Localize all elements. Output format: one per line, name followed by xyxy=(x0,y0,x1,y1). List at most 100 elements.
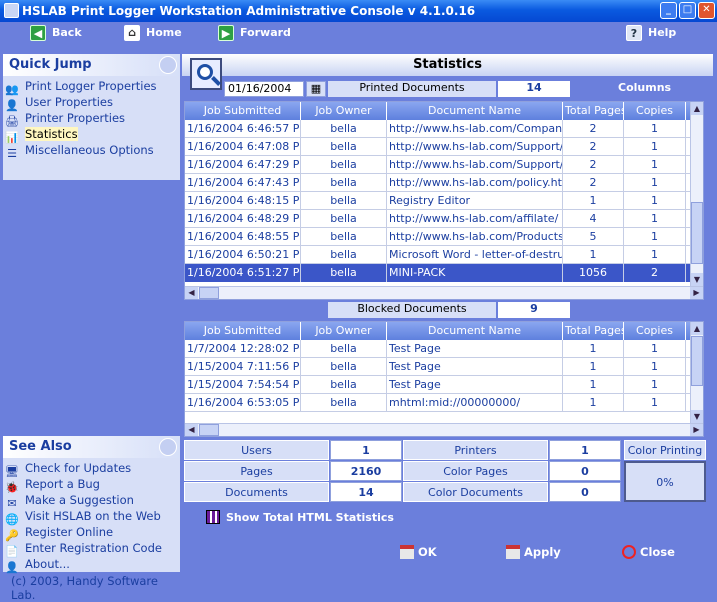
table-cell: 2 xyxy=(563,138,624,156)
collapse-icon[interactable] xyxy=(159,56,177,74)
about-icon: 👤 xyxy=(5,561,19,574)
close-button[interactable]: Close xyxy=(622,545,675,559)
table-cell: 1 xyxy=(624,138,686,156)
scroll-thumb[interactable] xyxy=(199,287,219,299)
see-also-about[interactable]: 👤 About... xyxy=(3,556,180,574)
quick-jump-item-print-logger-properties[interactable]: 👥 Print Logger Properties xyxy=(3,78,180,96)
scroll-right-arrow-icon[interactable]: ▶ xyxy=(690,287,703,299)
users-label: Users xyxy=(184,440,329,460)
table-row[interactable]: 1/16/2004 6:50:21 PM bella Microsoft Word … xyxy=(185,246,703,264)
see-also-check-updates[interactable]: 🖥 Check for Updates xyxy=(3,460,180,478)
table-row[interactable]: 1/16/2004 6:48:55 PM bella http://www.hs-l… xyxy=(185,228,703,246)
printed-vertical-scrollbar[interactable]: ▲ ▼ xyxy=(690,102,703,286)
color-documents-value: 0 xyxy=(549,482,621,502)
table-header: Job Submitted Job Owner Document Name To… xyxy=(185,102,703,120)
table-cell: 1 xyxy=(563,376,624,394)
scroll-down-arrow-icon[interactable]: ▼ xyxy=(691,273,703,286)
column-header-job-submitted[interactable]: Job Submitted xyxy=(185,322,301,340)
column-header-job-owner[interactable]: Job Owner xyxy=(301,322,387,340)
scroll-thumb[interactable] xyxy=(691,202,703,264)
column-header-job-submitted[interactable]: Job Submitted xyxy=(185,102,301,120)
blocked-horizontal-scrollbar[interactable]: ◀ ▶ xyxy=(185,423,703,436)
table-row[interactable]: 1/7/2004 12:28:02 PM bella Test Page 1 1 xyxy=(185,340,703,358)
scroll-up-arrow-icon[interactable]: ▲ xyxy=(691,102,703,115)
app-icon xyxy=(4,3,19,18)
table-cell: bella xyxy=(301,340,387,358)
apply-button[interactable]: Apply xyxy=(506,545,561,559)
column-header-copies[interactable]: Copies xyxy=(624,102,686,120)
column-header-job-owner[interactable]: Job Owner xyxy=(301,102,387,120)
see-also-enter-registration-code[interactable]: 📄 Enter Registration Code xyxy=(3,540,180,558)
collapse-icon[interactable] xyxy=(159,438,177,456)
calendar-icon[interactable]: ▦ xyxy=(306,81,326,97)
table-row[interactable]: 1/16/2004 6:48:29 PM bella http://www.hs-l… xyxy=(185,210,703,228)
see-also-report-bug[interactable]: 🐞 Report a Bug xyxy=(3,476,180,494)
scroll-up-arrow-icon[interactable]: ▲ xyxy=(691,322,703,335)
scroll-down-arrow-icon[interactable]: ▼ xyxy=(691,410,703,423)
color-printing-value: 0% xyxy=(624,461,706,502)
table-row[interactable]: 1/16/2004 6:48:15 PM bella Registry Editor… xyxy=(185,192,703,210)
see-also-register-online[interactable]: 🔑 Register Online xyxy=(3,524,180,542)
table-row[interactable]: 1/16/2004 6:47:29 PM bella http://www.hs-l… xyxy=(185,156,703,174)
table-cell: 1 xyxy=(563,394,624,412)
table-cell: 1 xyxy=(624,340,686,358)
table-row[interactable]: 1/15/2004 7:11:56 PM bella Test Page 1 1 xyxy=(185,358,703,376)
title-bar: HSLAB Print Logger Workstation Administr… xyxy=(0,0,717,22)
apply-label: Apply xyxy=(524,545,561,559)
date-field[interactable]: 01/16/2004 xyxy=(224,81,304,97)
table-row[interactable]: 1/15/2004 7:54:54 PM bella Test Page 1 1 xyxy=(185,376,703,394)
documents-value: 14 xyxy=(330,482,402,502)
quick-jump-item-user-properties[interactable]: 👤 User Properties xyxy=(3,94,180,112)
back-button[interactable]: ◀ Back xyxy=(30,25,82,43)
see-also-visit-web[interactable]: 🌐 Visit HSLAB on the Web xyxy=(3,508,180,526)
scroll-thumb[interactable] xyxy=(199,424,219,436)
minimize-button[interactable]: _ xyxy=(660,2,677,19)
table-row[interactable]: 1/16/2004 6:53:05 PM bella mhtml:mid://000… xyxy=(185,394,703,412)
columns-button[interactable]: Columns xyxy=(618,81,678,97)
printed-horizontal-scrollbar[interactable]: ◀ ▶ xyxy=(185,286,703,299)
table-cell: 1/16/2004 6:47:43 PM xyxy=(185,174,301,192)
show-html-statistics-button[interactable]: Show Total HTML Statistics xyxy=(206,510,394,524)
scroll-thumb[interactable] xyxy=(691,336,703,386)
help-button[interactable]: ? Help xyxy=(626,25,676,43)
printed-documents-table[interactable]: Job Submitted Job Owner Document Name To… xyxy=(184,101,704,300)
see-also-make-suggestion[interactable]: ✉ Make a Suggestion xyxy=(3,492,180,510)
table-row[interactable]: 1/16/2004 6:47:43 PM bella http://www.hs-l… xyxy=(185,174,703,192)
close-window-button[interactable]: ✕ xyxy=(698,2,715,19)
table-cell: http://www.hs-lab.com/affilate/ xyxy=(387,210,563,228)
ok-button[interactable]: OK xyxy=(400,545,437,559)
table-cell: 1/16/2004 6:47:29 PM xyxy=(185,156,301,174)
blocked-documents-table[interactable]: Job Submitted Job Owner Document Name To… xyxy=(184,321,704,437)
home-button[interactable]: ⌂ Home xyxy=(124,25,182,43)
maximize-button[interactable]: □ xyxy=(679,2,696,19)
table-cell: 1/16/2004 6:48:29 PM xyxy=(185,210,301,228)
column-header-copies[interactable]: Copies xyxy=(624,322,686,340)
table-row[interactable]: 1/16/2004 6:51:27 PM bella MINI-PACK 1056 2 xyxy=(185,264,703,282)
table-row[interactable]: 1/16/2004 6:46:57 PM bella http://www.hs-l… xyxy=(185,120,703,138)
table-cell: http://www.hs-lab.com/Products/ xyxy=(387,228,563,246)
table-cell: Test Page xyxy=(387,376,563,394)
column-header-total-pages[interactable]: Total Pages xyxy=(563,102,624,120)
statistics-title: Statistics xyxy=(182,54,713,76)
scroll-right-arrow-icon[interactable]: ▶ xyxy=(690,424,703,436)
table-cell: bella xyxy=(301,228,387,246)
forward-arrow-icon: ▶ xyxy=(218,25,234,41)
ok-label: OK xyxy=(418,545,437,559)
documents-label: Documents xyxy=(184,482,329,502)
back-arrow-icon: ◀ xyxy=(30,25,46,41)
column-header-total-pages[interactable]: Total Pages xyxy=(563,322,624,340)
scroll-left-arrow-icon[interactable]: ◀ xyxy=(185,287,198,299)
table-cell: 2 xyxy=(563,156,624,174)
color-pages-value: 0 xyxy=(549,461,621,481)
table-cell: http://www.hs-lab.com/Support/Cor xyxy=(387,156,563,174)
scroll-left-arrow-icon[interactable]: ◀ xyxy=(185,424,198,436)
quick-jump-item-statistics[interactable]: 📊 Statistics xyxy=(3,126,180,144)
column-header-document-name[interactable]: Document Name xyxy=(387,102,563,120)
table-cell: MINI-PACK xyxy=(387,264,563,282)
column-header-document-name[interactable]: Document Name xyxy=(387,322,563,340)
forward-button[interactable]: ▶ Forward xyxy=(218,25,291,43)
quick-jump-item-miscellaneous-options[interactable]: ☰ Miscellaneous Options xyxy=(3,142,180,160)
table-row[interactable]: 1/16/2004 6:47:08 PM bella http://www.hs-l… xyxy=(185,138,703,156)
quick-jump-item-printer-properties[interactable]: 🖨 Printer Properties xyxy=(3,110,180,128)
blocked-vertical-scrollbar[interactable]: ▲ ▼ xyxy=(690,322,703,423)
